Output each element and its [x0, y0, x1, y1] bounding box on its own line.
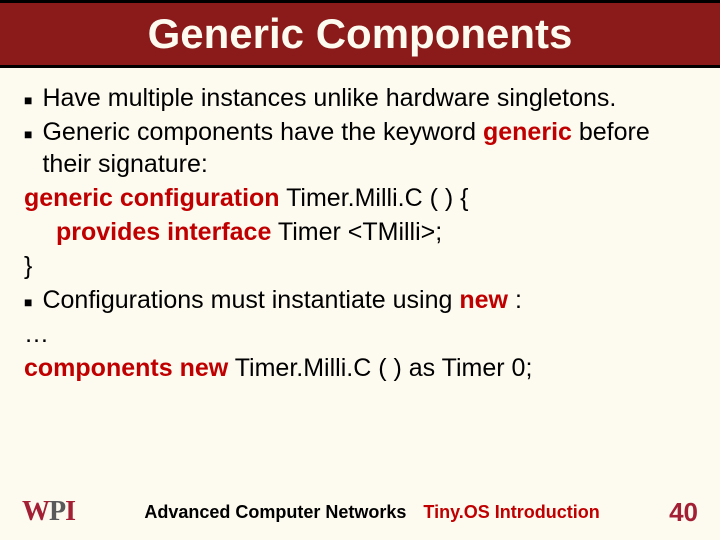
keyword-generic: generic: [483, 118, 572, 146]
bullet-marker: ■: [24, 294, 32, 312]
ellipsis-line: …: [24, 318, 696, 350]
bullet-text: Generic components have the keyword gene…: [42, 116, 696, 180]
code-line-1: generic configuration Timer.Milli.C ( ) …: [24, 182, 696, 214]
keyword: provides interface: [56, 218, 271, 246]
text-fragment: Generic components have the keyword: [42, 118, 483, 146]
code-line-3: }: [24, 250, 696, 282]
logo-letter-i: I: [65, 496, 75, 528]
code-text: Timer.Milli.C ( ) as Timer 0;: [228, 354, 532, 382]
bullet-item-2: ■ Generic components have the keyword ge…: [24, 116, 696, 180]
bullet-text: Configurations must instantiate using ne…: [42, 284, 696, 316]
footer-course: Advanced Computer Networks: [144, 502, 406, 522]
keyword-new: new: [459, 286, 508, 314]
logo-letter-w: W: [22, 496, 49, 528]
bullet-marker: ■: [24, 92, 32, 110]
slide-body: ■ Have multiple instances unlike hardwar…: [0, 68, 720, 384]
bullet-item-1: ■ Have multiple instances unlike hardwar…: [24, 82, 696, 114]
code-text: [173, 354, 180, 382]
bullet-item-3: ■ Configurations must instantiate using …: [24, 284, 696, 316]
slide-title: Generic Components: [148, 10, 573, 58]
text-fragment: Configurations must instantiate using: [42, 286, 459, 314]
keyword: new: [180, 354, 229, 382]
text-fragment: :: [508, 286, 522, 314]
code-line-2: provides interface Timer <TMilli>;: [24, 216, 696, 248]
keyword: components: [24, 354, 173, 382]
bullet-marker: ■: [24, 126, 32, 144]
page-number: 40: [669, 497, 698, 528]
footer-topic: Tiny.OS Introduction: [423, 502, 599, 522]
bullet-text: Have multiple instances unlike hardware …: [42, 82, 696, 114]
logo-letter-p: P: [49, 496, 65, 528]
wpi-logo: WPI: [22, 496, 75, 528]
slide-footer: WPI Advanced Computer Networks Tiny.OS I…: [0, 496, 720, 528]
code-line-4: components new Timer.Milli.C ( ) as Time…: [24, 352, 696, 384]
code-text: Timer.Milli.C ( ) {: [280, 184, 469, 212]
footer-center: Advanced Computer Networks Tiny.OS Intro…: [75, 502, 669, 523]
code-text: Timer <TMilli>;: [271, 218, 442, 246]
keyword: generic configuration: [24, 184, 280, 212]
title-bar: Generic Components: [0, 0, 720, 68]
